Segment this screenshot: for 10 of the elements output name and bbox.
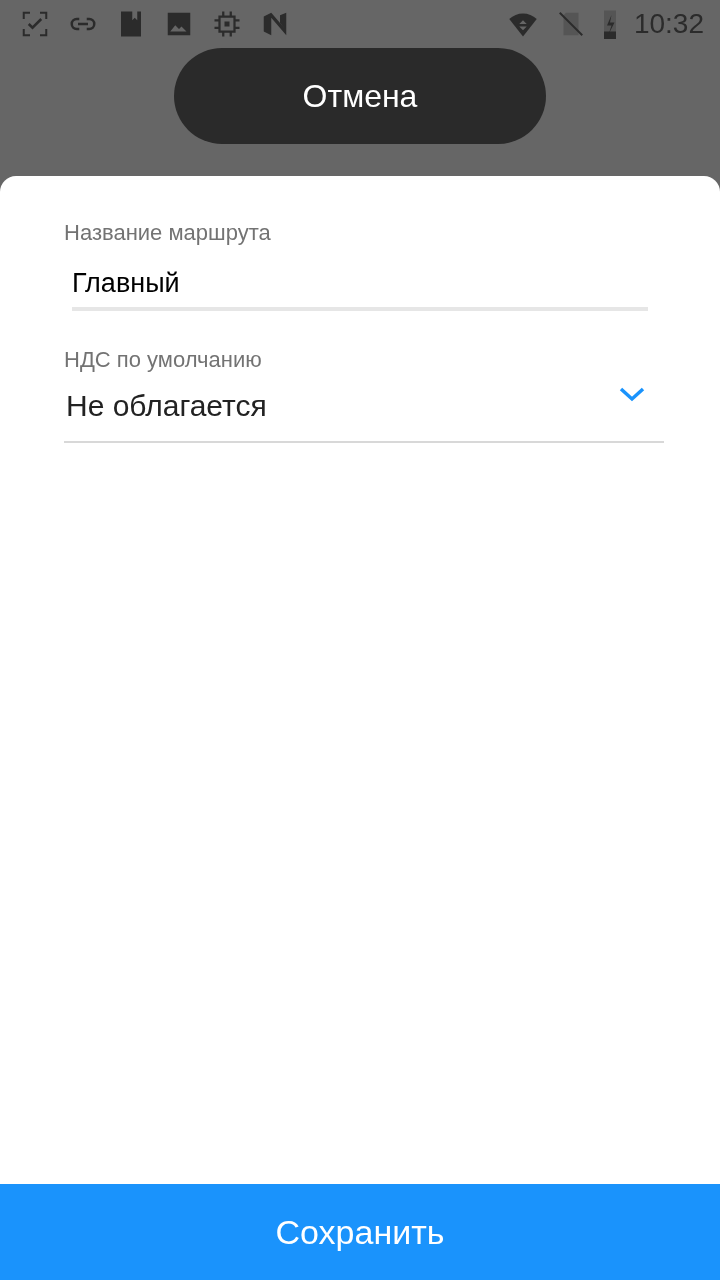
- chip-icon: [212, 9, 242, 39]
- cancel-button[interactable]: Отмена: [174, 48, 546, 144]
- scan-check-icon: [20, 9, 50, 39]
- input-field[interactable]: Главный: [72, 268, 648, 311]
- clock-time: 10:32: [633, 8, 704, 40]
- field-label: Название маршрута: [64, 220, 272, 246]
- chevron-down-icon: [618, 385, 646, 403]
- battery-charging-icon: [603, 9, 616, 39]
- field-label: НДС по умолчанию: [64, 347, 263, 373]
- dropdown-field[interactable]: Не облагается: [64, 389, 664, 443]
